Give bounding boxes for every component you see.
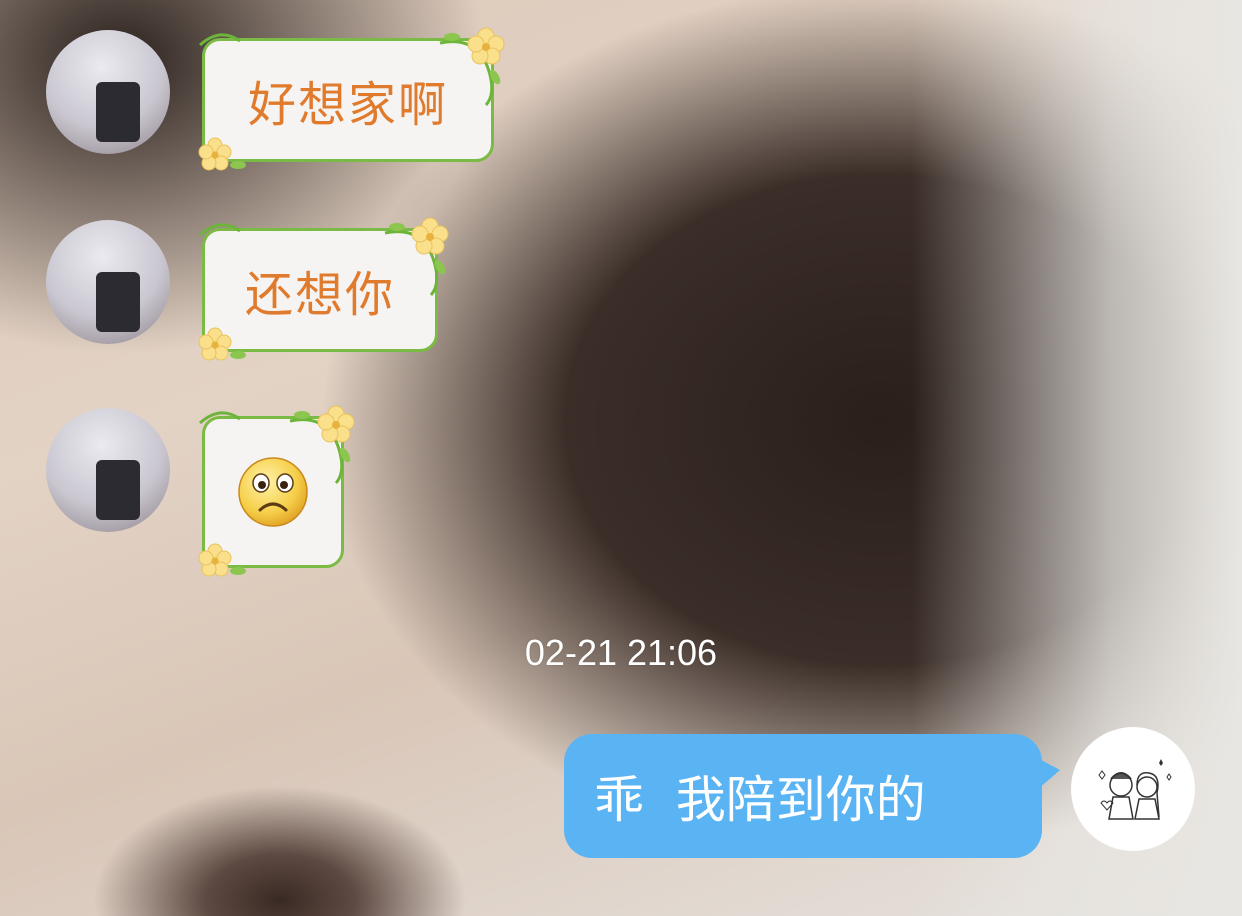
contact-avatar[interactable] bbox=[46, 30, 170, 154]
my-avatar[interactable] bbox=[1071, 727, 1195, 851]
message-text: 乖 我陪到你的 bbox=[594, 771, 926, 829]
contact-avatar[interactable] bbox=[46, 220, 170, 344]
bubble-tail bbox=[1026, 752, 1060, 796]
flower-vine-decoration bbox=[198, 217, 449, 361]
contact-avatar[interactable] bbox=[46, 408, 170, 532]
message-timestamp: 02-21 21:06 bbox=[524, 632, 718, 673]
outgoing-message-bubble[interactable]: 乖 我陪到你的 bbox=[564, 734, 1042, 858]
flower-vine-decoration bbox=[198, 405, 355, 577]
flower-vine-decoration bbox=[198, 27, 505, 171]
couple-sketch-icon bbox=[1098, 759, 1172, 820]
